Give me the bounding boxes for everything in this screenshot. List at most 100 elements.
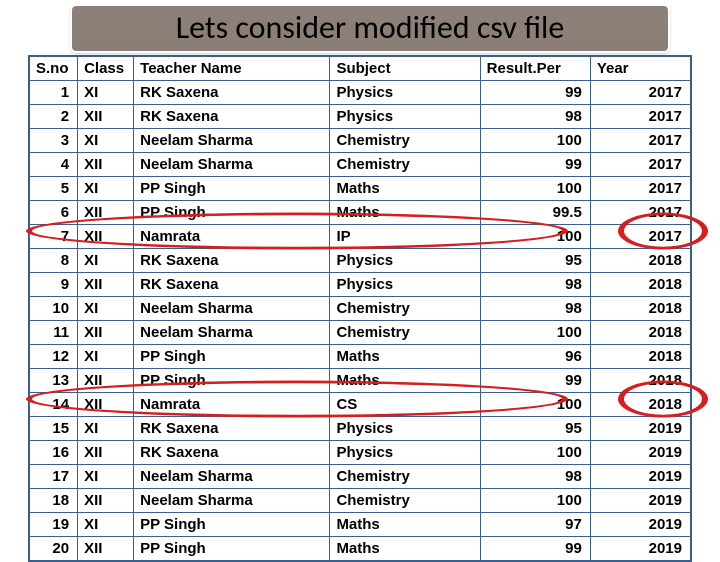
cell-subject: Maths (330, 537, 480, 561)
cell-year: 2017 (590, 129, 690, 153)
cell-class: XII (78, 393, 134, 417)
cell-teacher: Neelam Sharma (134, 129, 330, 153)
cell-year: 2017 (590, 201, 690, 225)
cell-result: 100 (480, 321, 590, 345)
cell-sno: 13 (30, 369, 78, 393)
cell-sno: 2 (30, 105, 78, 129)
cell-teacher: Neelam Sharma (134, 297, 330, 321)
cell-year: 2017 (590, 177, 690, 201)
cell-year: 2018 (590, 321, 690, 345)
cell-result: 99 (480, 537, 590, 561)
table-row: 8XIRK SaxenaPhysics952018 (30, 249, 691, 273)
header-subject: Subject (330, 57, 480, 81)
cell-subject: Chemistry (330, 465, 480, 489)
cell-class: XI (78, 345, 134, 369)
cell-teacher: Neelam Sharma (134, 321, 330, 345)
cell-subject: Physics (330, 273, 480, 297)
cell-year: 2019 (590, 489, 690, 513)
cell-sno: 20 (30, 537, 78, 561)
cell-class: XI (78, 177, 134, 201)
cell-subject: IP (330, 225, 480, 249)
cell-teacher: RK Saxena (134, 441, 330, 465)
data-table-container: S.no Class Teacher Name Subject Result.P… (28, 55, 692, 562)
cell-class: XI (78, 129, 134, 153)
cell-year: 2019 (590, 537, 690, 561)
table-row: 11XIINeelam SharmaChemistry1002018 (30, 321, 691, 345)
cell-sno: 15 (30, 417, 78, 441)
cell-sno: 14 (30, 393, 78, 417)
table-row: 19XIPP SinghMaths972019 (30, 513, 691, 537)
cell-class: XII (78, 321, 134, 345)
header-class: Class (78, 57, 134, 81)
table-row: 14XIINamrataCS1002018 (30, 393, 691, 417)
cell-year: 2018 (590, 273, 690, 297)
cell-result: 100 (480, 129, 590, 153)
header-teacher: Teacher Name (134, 57, 330, 81)
cell-teacher: PP Singh (134, 345, 330, 369)
cell-result: 100 (480, 489, 590, 513)
cell-sno: 16 (30, 441, 78, 465)
cell-subject: Maths (330, 201, 480, 225)
cell-teacher: RK Saxena (134, 105, 330, 129)
table-row: 13XIIPP SinghMaths992018 (30, 369, 691, 393)
cell-sno: 4 (30, 153, 78, 177)
cell-year: 2017 (590, 153, 690, 177)
cell-year: 2019 (590, 513, 690, 537)
cell-class: XII (78, 225, 134, 249)
cell-year: 2018 (590, 393, 690, 417)
cell-teacher: PP Singh (134, 369, 330, 393)
table-row: 9XIIRK SaxenaPhysics982018 (30, 273, 691, 297)
table-row: 17XINeelam SharmaChemistry982019 (30, 465, 691, 489)
table-row: 10XINeelam SharmaChemistry982018 (30, 297, 691, 321)
table-row: 2XIIRK SaxenaPhysics982017 (30, 105, 691, 129)
cell-teacher: RK Saxena (134, 81, 330, 105)
cell-class: XII (78, 201, 134, 225)
cell-teacher: Namrata (134, 225, 330, 249)
cell-class: XII (78, 153, 134, 177)
table-header-row: S.no Class Teacher Name Subject Result.P… (30, 57, 691, 81)
cell-class: XII (78, 273, 134, 297)
cell-result: 98 (480, 297, 590, 321)
cell-class: XI (78, 465, 134, 489)
cell-teacher: PP Singh (134, 201, 330, 225)
cell-result: 95 (480, 249, 590, 273)
cell-subject: Physics (330, 105, 480, 129)
cell-sno: 17 (30, 465, 78, 489)
cell-teacher: Neelam Sharma (134, 153, 330, 177)
cell-subject: Physics (330, 249, 480, 273)
cell-year: 2017 (590, 81, 690, 105)
cell-result: 100 (480, 177, 590, 201)
cell-subject: Chemistry (330, 297, 480, 321)
cell-sno: 12 (30, 345, 78, 369)
cell-sno: 8 (30, 249, 78, 273)
cell-teacher: PP Singh (134, 177, 330, 201)
cell-result: 96 (480, 345, 590, 369)
cell-sno: 18 (30, 489, 78, 513)
cell-teacher: PP Singh (134, 513, 330, 537)
cell-subject: Chemistry (330, 153, 480, 177)
cell-sno: 6 (30, 201, 78, 225)
cell-teacher: Namrata (134, 393, 330, 417)
cell-sno: 1 (30, 81, 78, 105)
table-row: 16XIIRK SaxenaPhysics1002019 (30, 441, 691, 465)
cell-year: 2018 (590, 369, 690, 393)
table-row: 12XIPP SinghMaths962018 (30, 345, 691, 369)
cell-result: 98 (480, 105, 590, 129)
cell-result: 98 (480, 465, 590, 489)
table-row: 7XIINamrataIP1002017 (30, 225, 691, 249)
cell-subject: Maths (330, 369, 480, 393)
cell-sno: 5 (30, 177, 78, 201)
cell-subject: Chemistry (330, 489, 480, 513)
cell-year: 2019 (590, 465, 690, 489)
cell-result: 99 (480, 153, 590, 177)
cell-year: 2017 (590, 105, 690, 129)
table-row: 1XIRK SaxenaPhysics992017 (30, 81, 691, 105)
cell-year: 2019 (590, 441, 690, 465)
cell-year: 2017 (590, 225, 690, 249)
cell-result: 100 (480, 225, 590, 249)
cell-subject: Physics (330, 81, 480, 105)
header-sno: S.no (30, 57, 78, 81)
cell-result: 99 (480, 81, 590, 105)
table-row: 20XIIPP SinghMaths992019 (30, 537, 691, 561)
table-row: 5XIPP SinghMaths1002017 (30, 177, 691, 201)
